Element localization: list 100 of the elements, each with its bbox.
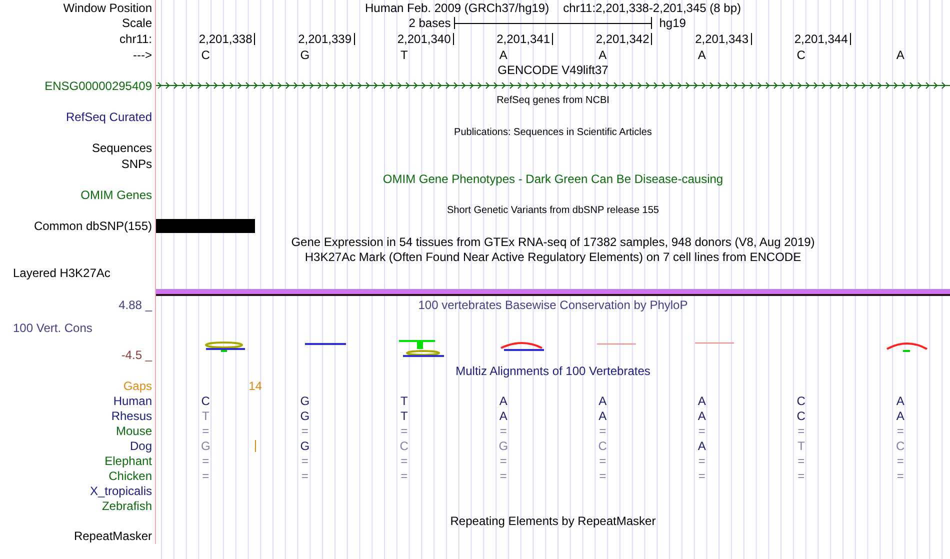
strand-label: ---> <box>133 48 152 61</box>
track-label: RefSeq Curated <box>66 110 152 123</box>
aligned-base: = <box>697 425 706 438</box>
track-title: H3K27Ac Mark (Often Found Near Active Regulatory Elements) on 7 cell lines from ENCODE <box>304 251 802 264</box>
aligned-base: G <box>299 440 311 452</box>
aligned-base: = <box>498 455 508 468</box>
aligned-base: = <box>697 470 706 482</box>
aligned-base: G <box>299 410 311 422</box>
aligned-base: C <box>200 395 211 408</box>
aligned-base: = <box>697 455 706 468</box>
track-label: Layered H3K27Ac <box>13 266 110 279</box>
species-label: Chicken <box>108 470 152 482</box>
aligned-base: = <box>201 470 210 482</box>
track-label: RepeatMasker <box>74 530 152 542</box>
aligned-base: = <box>201 455 210 468</box>
track-title: Multiz Alignments of 100 Vertebrates <box>456 364 650 377</box>
track-title: GENCODE V49lift37 <box>498 64 608 76</box>
aligned-base: T <box>399 410 409 422</box>
track-title: Repeating Elements by RepeatMasker <box>450 515 656 528</box>
aligned-base: A <box>895 410 906 422</box>
axis-max-label: 4.88 _ <box>118 298 152 311</box>
aligned-base: = <box>896 470 905 482</box>
scale-span-text: 2 bases <box>408 17 452 30</box>
aligned-base: T <box>399 395 409 408</box>
aligned-base: = <box>300 425 310 438</box>
base-letter: T <box>399 48 409 61</box>
base-letter: C <box>200 48 211 61</box>
ruler-position: 2,201,338 <box>198 32 256 45</box>
aligned-base: A <box>895 395 906 408</box>
aligned-base: G <box>299 395 311 408</box>
aligned-base: A <box>696 410 707 422</box>
window-position-label: Window Position <box>63 2 152 14</box>
aligned-base: = <box>796 455 806 468</box>
track-label: Common dbSNP(155) <box>34 220 152 232</box>
aligned-base: = <box>598 470 608 482</box>
track-title: OMIM Gene Phenotypes - Dark Green Can Be Disease-causing <box>382 173 724 186</box>
scale-label: Scale <box>122 17 152 30</box>
ruler-position: 2,201,342 <box>596 32 652 45</box>
aligned-base: = <box>300 470 310 482</box>
track-label: Gaps <box>123 380 152 392</box>
aligned-base: = <box>896 425 905 438</box>
species-label: Elephant <box>104 455 152 468</box>
base-letter: G <box>299 48 311 61</box>
aligned-base: T <box>200 410 210 422</box>
aligned-base: = <box>400 470 409 482</box>
aligned-base: = <box>498 425 508 438</box>
base-letter: A <box>498 48 508 61</box>
aligned-base: A <box>696 395 707 408</box>
track-label: SNPs <box>121 158 152 170</box>
aligned-base: C <box>796 395 806 408</box>
ruler-position: 2,201,339 <box>298 32 354 45</box>
aligned-base: C <box>398 440 410 452</box>
aligned-base: A <box>696 440 707 452</box>
aligned-base: = <box>400 455 409 468</box>
species-label: Dog <box>130 440 152 452</box>
aligned-base: = <box>796 425 806 438</box>
track-title: Short Genetic Variants from dbSNP release 155 <box>447 206 659 216</box>
track-title: 100 vertebrates Basewise Conservation by PhyloP <box>418 298 688 311</box>
aligned-base: A <box>498 410 508 422</box>
track-label: Sequences <box>92 142 152 154</box>
base-letter: A <box>895 48 906 61</box>
aligned-base: C <box>796 410 806 422</box>
aligned-base: G <box>200 440 212 452</box>
aligned-base: A <box>498 395 508 408</box>
aligned-base: = <box>498 470 508 482</box>
aligned-base: = <box>598 425 608 438</box>
aligned-base: A <box>598 395 608 408</box>
species-label: Human <box>113 395 152 408</box>
assembly-name: Human Feb. 2009 (GRCh37/hg19) <box>364 2 550 14</box>
aligned-base: = <box>896 455 905 468</box>
aligned-base: T <box>796 440 806 452</box>
gap-count: 14 <box>248 380 263 392</box>
species-label: X_tropicalis <box>90 485 152 498</box>
aligned-base: G <box>498 440 510 452</box>
ruler-position: 2,201,340 <box>397 32 454 45</box>
aligned-base: = <box>300 455 310 468</box>
database-label: hg19 <box>658 17 686 30</box>
aligned-base: = <box>201 425 210 438</box>
base-letter: A <box>598 48 608 61</box>
aligned-base: = <box>598 455 608 468</box>
aligned-base: A <box>598 410 608 422</box>
track-label: ENSG00000295409 <box>44 80 152 92</box>
position-text: chr11:2,201,338-2,201,345 (8 bp) <box>563 2 742 14</box>
axis-min-label: -4.5 _ <box>120 348 152 361</box>
aligned-base: = <box>796 470 806 482</box>
species-label: Mouse <box>116 425 152 438</box>
species-label: Rhesus <box>111 410 152 422</box>
aligned-base: C <box>597 440 608 452</box>
track-title: Publications: Sequences in Scientific Articles <box>454 128 652 138</box>
aligned-base: = <box>400 425 409 438</box>
base-letter: C <box>796 48 806 61</box>
ruler-position: 2,201,341 <box>496 32 553 45</box>
track-label: OMIM Genes <box>80 188 152 201</box>
track-title: RefSeq genes from NCBI <box>496 96 610 106</box>
ruler-position: 2,201,344 <box>794 32 851 45</box>
track-label: 100 Vert. Cons <box>12 322 94 334</box>
base-letter: A <box>696 48 707 61</box>
aligned-base: C <box>895 440 906 452</box>
track-title: Gene Expression in 54 tissues from GTEx RNA-seq of 17382 samples, 948 donors (V8, Aug 2019) <box>291 236 815 248</box>
chromosome-label: chr11: <box>120 32 152 45</box>
